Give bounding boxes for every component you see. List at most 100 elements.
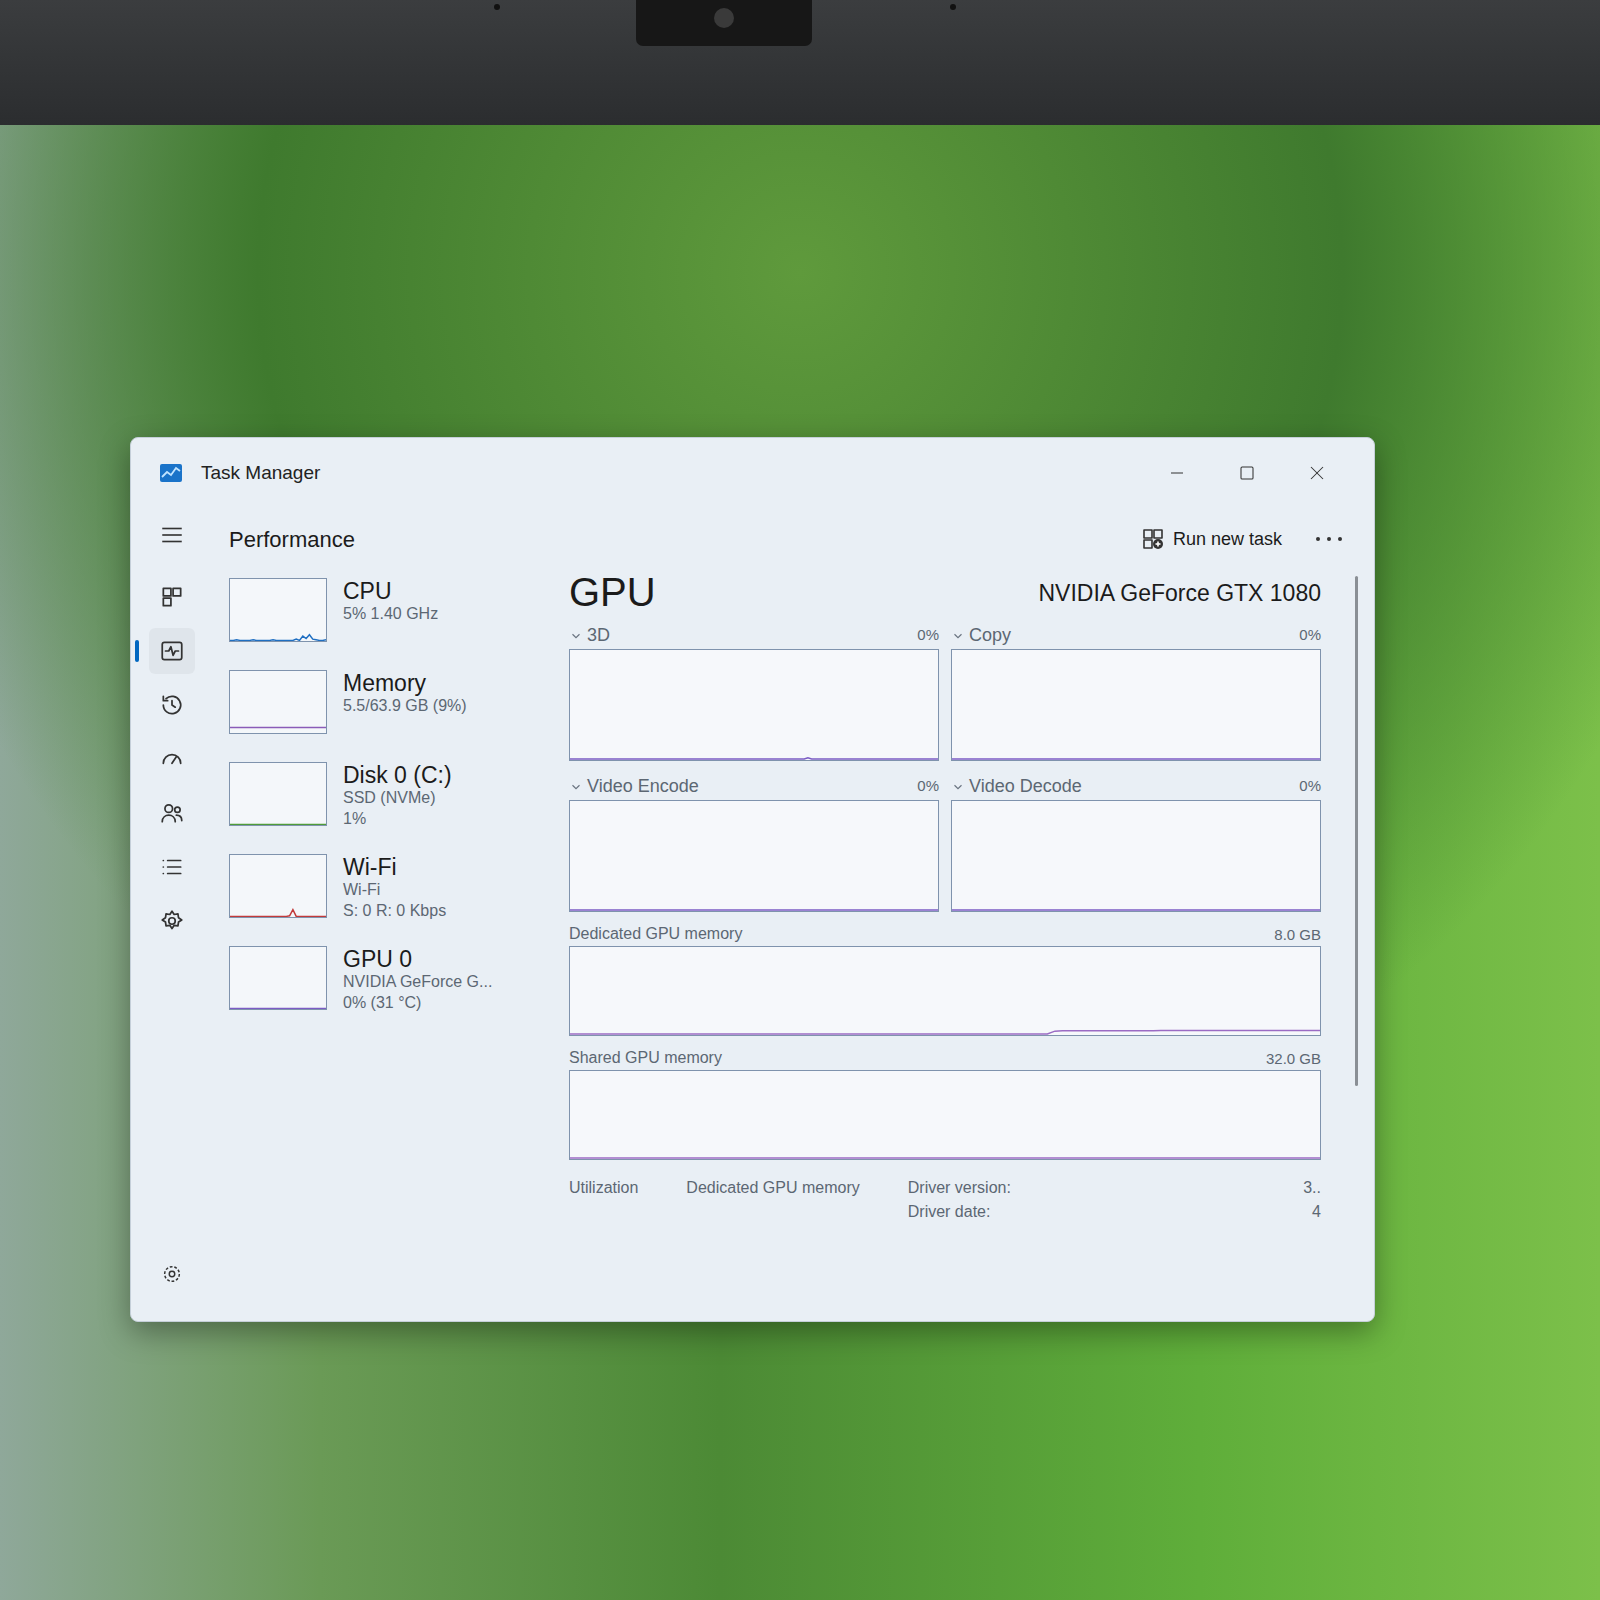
- engine-graph-panel: Video Decode0%: [951, 773, 1321, 912]
- nav-item[interactable]: [149, 682, 195, 728]
- stat-label: Utilization: [569, 1176, 638, 1224]
- engine-graphs: 3D 0% Copy0% Video Encode0% Video Decode0%: [569, 622, 1321, 912]
- chevron-down-icon[interactable]: [569, 780, 583, 794]
- device-thumbnail: [229, 854, 327, 918]
- laptop-bezel: [0, 0, 1600, 125]
- device-item[interactable]: Wi-FiWi-FiS: 0 R: 0 Kbps: [229, 854, 569, 930]
- settings-button[interactable]: [149, 1251, 195, 1297]
- device-detail: 1%: [343, 809, 452, 830]
- usage-line: [230, 727, 326, 729]
- engine-graph-panel: 3D 0%: [569, 622, 939, 761]
- device-name: CPU: [343, 578, 438, 604]
- task-manager-app-icon: [157, 461, 185, 485]
- page-title: Performance: [229, 523, 355, 556]
- nav-item[interactable]: [149, 844, 195, 890]
- engine-label[interactable]: 3D: [587, 622, 610, 649]
- device-detail: 0% (31 °C): [343, 993, 492, 1014]
- usage-line: [570, 1157, 1320, 1159]
- usage-graph: [230, 579, 326, 641]
- device-item[interactable]: CPU5% 1.40 GHz: [229, 578, 569, 654]
- memory-graph-panel: Shared GPU memory32.0 GB: [569, 1044, 1321, 1160]
- nav-item[interactable]: [149, 736, 195, 782]
- device-item[interactable]: GPU 0NVIDIA GeForce G...0% (31 °C): [229, 946, 569, 1022]
- nav-item[interactable]: [149, 898, 195, 944]
- engine-reading: 0%: [917, 624, 939, 647]
- engine-label[interactable]: Video Encode: [587, 773, 699, 800]
- chevron-down-icon[interactable]: [951, 780, 965, 794]
- nav-item[interactable]: [149, 628, 195, 674]
- device-text: Disk 0 (C:)SSD (NVMe)1%: [343, 762, 452, 838]
- maximize-icon: [1238, 464, 1256, 482]
- memory-label-row: Dedicated GPU memory8.0 GB: [569, 920, 1321, 946]
- device-text: GPU 0NVIDIA GeForce G...0% (31 °C): [343, 946, 492, 1022]
- engine-label[interactable]: Copy: [969, 622, 1011, 649]
- driver-info-row: Driver version:3..: [908, 1176, 1321, 1200]
- usage-line: [230, 635, 326, 641]
- device-thumbnail: [229, 762, 327, 826]
- engine-label-row: Video Encode0%: [569, 773, 939, 800]
- usage-graph: [570, 947, 1320, 1035]
- device-thumbnail: [229, 946, 327, 1010]
- memory-graph-panel: Dedicated GPU memory8.0 GB: [569, 920, 1321, 1036]
- usage-graph: [230, 947, 326, 1009]
- engine-label[interactable]: Video Decode: [969, 773, 1082, 800]
- page-header: Performance Run new task: [229, 508, 1374, 570]
- engine-graph: [569, 649, 939, 761]
- device-detail: SSD (NVMe): [343, 788, 452, 809]
- usage-line: [230, 1008, 326, 1009]
- detail-header: GPUNVIDIA GeForce GTX 1080: [569, 570, 1321, 614]
- engine-graph: [951, 649, 1321, 761]
- driver-info: Driver version:3..Driver date:4: [908, 1176, 1321, 1224]
- engine-label-row: 3D 0%: [569, 622, 939, 649]
- device-text: Wi-FiWi-FiS: 0 R: 0 Kbps: [343, 854, 446, 930]
- lens-icon: [714, 8, 734, 28]
- usage-graph: [570, 801, 938, 911]
- window-body: Performance Run new task CPU5% 1.40 GHz Mem…: [131, 508, 1374, 1321]
- usage-graph: [230, 763, 326, 825]
- history-icon: [159, 692, 185, 718]
- performance-content: CPU5% 1.40 GHz Memory5.5/63.9 GB (9%) Disk…: [229, 570, 1374, 1321]
- menu-button[interactable]: [149, 512, 195, 558]
- device-thumbnail: [229, 670, 327, 734]
- nav-item[interactable]: [149, 790, 195, 836]
- close-button[interactable]: [1282, 464, 1352, 482]
- device-item[interactable]: Disk 0 (C:)SSD (NVMe)1%: [229, 762, 569, 838]
- device-detail: Wi-Fi: [343, 880, 446, 901]
- hamburger-icon: [159, 522, 185, 548]
- usage-graph: [230, 671, 326, 733]
- scrollbar[interactable]: [1355, 576, 1358, 1086]
- device-name: Memory: [343, 670, 467, 696]
- gear-icon: [161, 1263, 183, 1285]
- startup-icon: [159, 746, 185, 772]
- selected-indicator: [135, 640, 139, 662]
- device-thumbnail: [229, 578, 327, 642]
- driver-info-row: Driver date:4: [908, 1200, 1321, 1224]
- memory-label: Dedicated GPU memory: [569, 922, 742, 946]
- maximize-button[interactable]: [1212, 464, 1282, 482]
- device-item[interactable]: Memory5.5/63.9 GB (9%): [229, 670, 569, 746]
- run-new-task-button[interactable]: Run new task: [1133, 522, 1290, 557]
- details-icon: [159, 854, 185, 880]
- info-label: Driver version:: [908, 1176, 1011, 1200]
- memory-graph: [569, 946, 1321, 1036]
- usage-line: [570, 909, 938, 911]
- engine-label-row: Copy0%: [951, 622, 1321, 649]
- minimize-button[interactable]: [1142, 464, 1212, 482]
- chevron-down-icon[interactable]: [951, 629, 965, 643]
- memory-graph: [569, 1070, 1321, 1160]
- nav-item[interactable]: [149, 574, 195, 620]
- info-label: Driver date:: [908, 1200, 991, 1224]
- new-task-icon: [1141, 527, 1165, 551]
- chevron-down-icon[interactable]: [569, 629, 583, 643]
- engine-graph: [951, 800, 1321, 912]
- memory-label: Shared GPU memory: [569, 1046, 722, 1070]
- users-icon: [159, 800, 185, 826]
- stat-label: Dedicated GPU memory: [686, 1176, 859, 1224]
- device-list: CPU5% 1.40 GHz Memory5.5/63.9 GB (9%) Disk…: [229, 570, 569, 1321]
- more-button[interactable]: [1314, 532, 1344, 546]
- usage-line: [570, 758, 938, 759]
- more-dots-icon: [1314, 532, 1344, 546]
- device-detail: 5.5/63.9 GB (9%): [343, 696, 467, 717]
- performance-icon: [159, 638, 185, 664]
- gpu-model: NVIDIA GeForce GTX 1080: [1038, 576, 1321, 615]
